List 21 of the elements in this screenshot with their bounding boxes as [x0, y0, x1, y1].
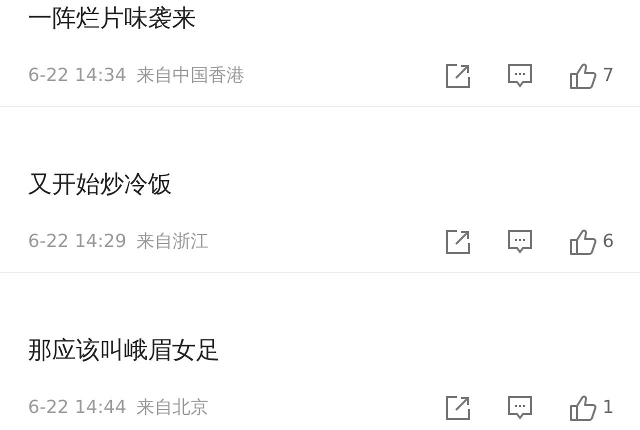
comment-text: 一阵烂片味袭来	[28, 3, 196, 33]
thumbs-up-icon[interactable]	[568, 62, 597, 90]
timestamp: 6-22 14:29	[28, 230, 126, 254]
comment-text: 又开始炒冷饭	[28, 169, 172, 199]
location-text: 来自北京	[136, 396, 208, 420]
thumbs-up-icon[interactable]	[568, 228, 597, 256]
share-icon[interactable]	[444, 63, 471, 89]
timestamp: 6-22 14:34	[28, 64, 126, 88]
like-count: 7	[602, 64, 614, 88]
comment-icon[interactable]	[506, 63, 533, 89]
comment-text: 那应该叫峨眉女足	[28, 335, 220, 365]
location-text: 来自浙江	[136, 230, 208, 254]
like-count: 6	[602, 230, 614, 254]
location-text: 来自中国香港	[136, 64, 244, 88]
share-icon[interactable]	[444, 395, 471, 421]
thumbs-up-icon[interactable]	[568, 394, 597, 422]
comment-icon[interactable]	[506, 229, 533, 255]
timestamp: 6-22 14:44	[28, 396, 126, 420]
comment-icon[interactable]	[506, 395, 533, 421]
like-count: 1	[602, 396, 614, 420]
share-icon[interactable]	[444, 229, 471, 255]
